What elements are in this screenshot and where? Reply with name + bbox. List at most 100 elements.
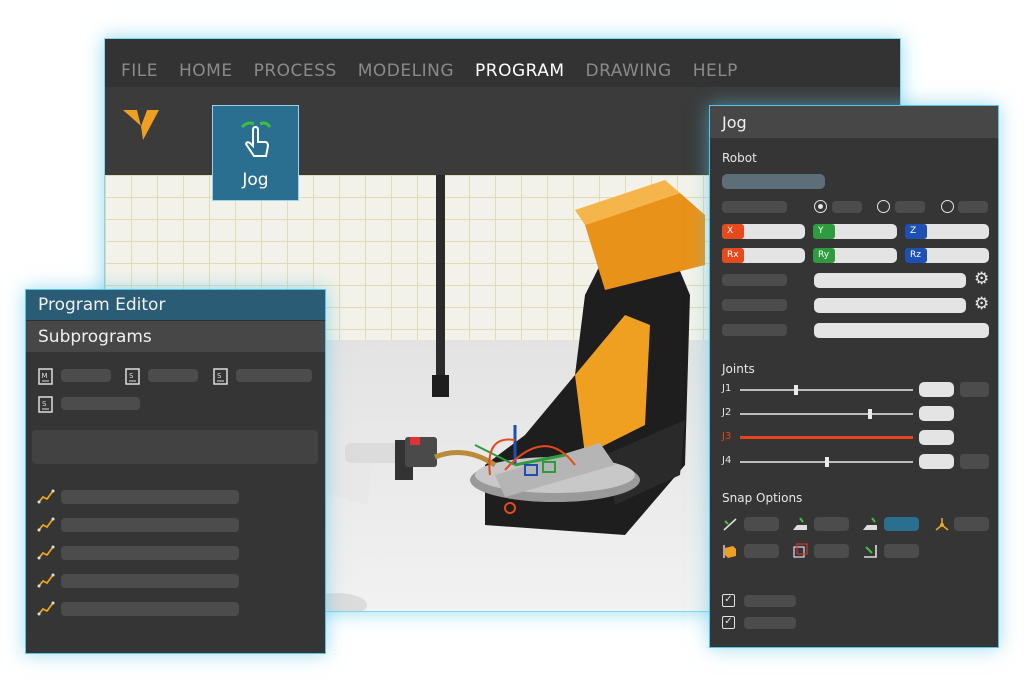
slider-thumb[interactable] <box>868 409 873 419</box>
snap-options-label: Snap Options <box>722 491 803 505</box>
frame-option-label <box>832 201 862 213</box>
frame-option-label <box>958 201 988 213</box>
frame-radio-2[interactable] <box>877 200 890 213</box>
panel-title: Jog <box>710 106 998 138</box>
menu-modeling[interactable]: MODELING <box>358 61 454 81</box>
snap-option-label[interactable] <box>814 544 849 558</box>
snap-option-label[interactable] <box>744 517 779 531</box>
svg-text:M: M <box>42 372 48 380</box>
z-axis-tag: Z <box>905 224 927 239</box>
setting-field[interactable] <box>814 298 966 313</box>
sub-doc-icon[interactable]: S <box>38 396 54 413</box>
setting-field[interactable] <box>814 273 966 288</box>
menu-file[interactable]: FILE <box>121 61 158 81</box>
path-item[interactable] <box>61 574 239 588</box>
gear-icon[interactable]: ⚙ <box>974 271 989 288</box>
jog-panel: Jog Robot X Y Z Rx Ry Rz ⚙ ⚙ Joints J1 J… <box>709 105 999 648</box>
menu-bar: FILE HOME PROCESS MODELING PROGRAM DRAWI… <box>105 39 900 87</box>
slider-thumb[interactable] <box>824 457 829 467</box>
program-editor-panel: Program Editor Subprograms M S S S <box>25 289 326 654</box>
joint-label: J3 <box>722 431 732 442</box>
snap-solid-icon[interactable] <box>722 543 738 559</box>
slider-thumb[interactable] <box>794 385 799 395</box>
menu-program[interactable]: PROGRAM <box>475 61 565 81</box>
subprogram-name[interactable] <box>61 397 140 410</box>
snap-option-active[interactable] <box>884 517 919 531</box>
path-item[interactable] <box>61 546 239 560</box>
frame-label <box>722 201 787 213</box>
menu-process[interactable]: PROCESS <box>254 61 337 81</box>
snap-option-label[interactable] <box>884 544 919 558</box>
app-logo <box>123 110 159 140</box>
x-axis-tag: X <box>722 224 744 239</box>
path-icon <box>37 573 55 588</box>
snap-midpoint-icon[interactable] <box>862 516 878 532</box>
joint-unit <box>960 454 989 469</box>
jog-button-label: Jog <box>242 170 269 190</box>
joint-unit <box>960 382 989 397</box>
robot-section-label: Robot <box>722 151 757 165</box>
rx-axis-tag: Rx <box>722 248 744 263</box>
frame-radio-3[interactable] <box>941 200 954 213</box>
frame-option-label <box>895 201 925 213</box>
setting-field[interactable] <box>814 323 989 338</box>
subprograms-header: Subprograms <box>26 320 325 352</box>
frame-radio-1[interactable] <box>814 200 827 213</box>
option-checkbox[interactable]: ✓ <box>722 594 735 607</box>
subprogram-name[interactable] <box>148 369 198 382</box>
y-axis-tag: Y <box>813 224 835 239</box>
joint-label: J2 <box>722 407 732 418</box>
path-item[interactable] <box>61 602 239 616</box>
menu-help[interactable]: HELP <box>693 61 738 81</box>
snap-option-label[interactable] <box>954 517 989 531</box>
path-item[interactable] <box>61 518 239 532</box>
sub-doc-icon[interactable]: S <box>213 368 229 385</box>
menu-home[interactable]: HOME <box>179 61 233 81</box>
joint-label: J1 <box>722 383 732 394</box>
snap-option-label[interactable] <box>814 517 849 531</box>
setting-label <box>722 324 787 336</box>
sub-doc-icon[interactable]: S <box>125 368 141 385</box>
panel-title: Program Editor <box>26 290 325 320</box>
menu-drawing[interactable]: DRAWING <box>586 61 672 81</box>
checkbox-label <box>744 617 796 629</box>
joint-value-j3[interactable] <box>919 430 954 445</box>
path-icon <box>37 489 55 504</box>
snap-frame-icon[interactable] <box>934 516 950 532</box>
rz-axis-tag: Rz <box>905 248 927 263</box>
subprogram-name[interactable] <box>61 369 111 382</box>
joint-slider-j1[interactable] <box>740 385 913 395</box>
joint-value-j2[interactable] <box>919 406 954 421</box>
joint-slider-j4[interactable] <box>740 457 913 467</box>
ry-axis-tag: Ry <box>813 248 835 263</box>
app-composite: FILE HOME PROCESS MODELING PROGRAM DRAWI… <box>0 0 1024 696</box>
joint-slider-j3[interactable] <box>740 436 913 439</box>
joint-label: J4 <box>722 455 732 466</box>
program-toolbar <box>32 430 318 464</box>
jog-button[interactable]: Jog <box>212 105 299 201</box>
option-checkbox[interactable]: ✓ <box>722 616 735 629</box>
path-icon <box>37 517 55 532</box>
snap-bbox-icon[interactable] <box>792 543 808 559</box>
subprogram-name[interactable] <box>236 369 312 382</box>
snap-face-icon[interactable] <box>792 516 808 532</box>
path-item[interactable] <box>61 490 239 504</box>
joint-slider-j2[interactable] <box>740 409 913 419</box>
svg-text:S: S <box>217 372 222 380</box>
checkbox-label <box>744 595 796 607</box>
snap-option-label[interactable] <box>744 544 779 558</box>
setting-label <box>722 299 787 311</box>
setting-label <box>722 274 787 286</box>
snap-edge-icon[interactable] <box>722 516 738 532</box>
main-doc-icon[interactable]: M <box>38 368 54 385</box>
path-icon <box>37 601 55 616</box>
joints-section-label: Joints <box>722 362 755 376</box>
svg-text:S: S <box>42 400 47 408</box>
snap-corner-icon[interactable] <box>862 543 878 559</box>
joint-value-j4[interactable] <box>919 454 954 469</box>
robot-selector[interactable] <box>722 174 825 189</box>
gear-icon[interactable]: ⚙ <box>974 296 989 313</box>
svg-text:S: S <box>129 372 134 380</box>
hand-pointer-icon <box>240 121 271 157</box>
joint-value-j1[interactable] <box>919 382 954 397</box>
